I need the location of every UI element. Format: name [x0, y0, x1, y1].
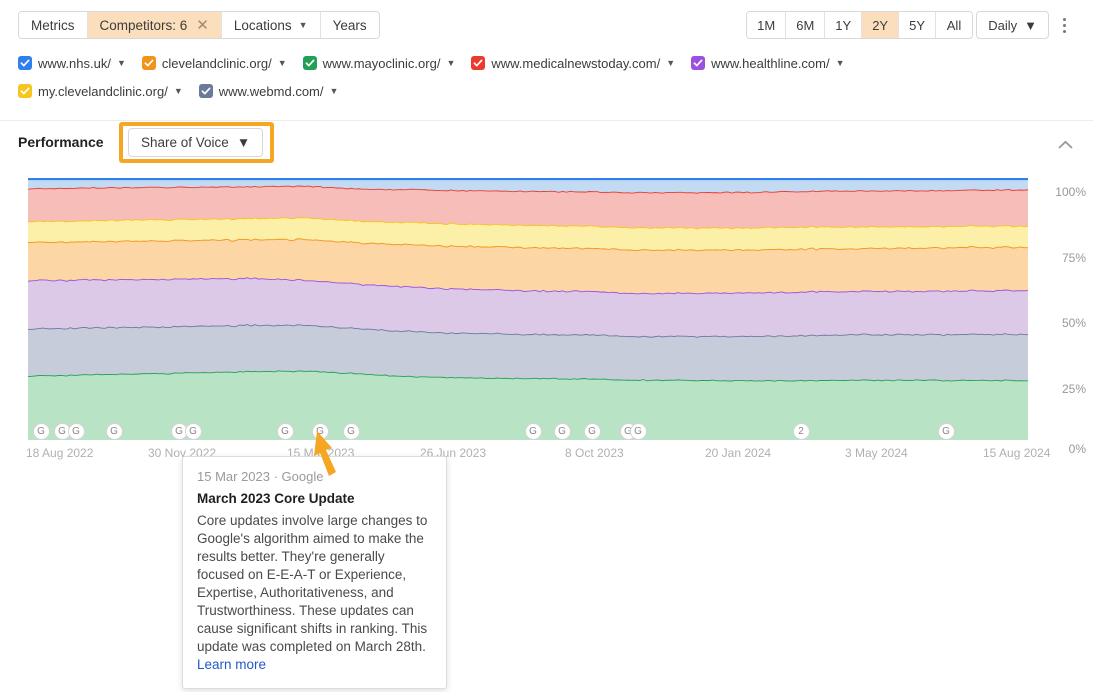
chart-plot-area[interactable] [28, 178, 1028, 440]
checkbox-checked-icon[interactable] [18, 56, 32, 70]
competitor-chip[interactable]: www.webmd.com/ ▼ [199, 80, 339, 102]
competitor-row-2: my.clevelandclinic.org/ ▼ www.webmd.com/ ▼ [18, 80, 1078, 102]
tooltip-meta: 15 Mar 2023 · Google [197, 469, 432, 484]
x-axis-tick: 15 Aug 2024 [983, 446, 1050, 460]
checkbox-checked-icon[interactable] [199, 84, 213, 98]
y-axis-labels: 100%75%50%25%0% [1040, 178, 1090, 440]
range-button-5y[interactable]: 5Y [899, 12, 936, 38]
x-axis-tick: 20 Jan 2024 [705, 446, 771, 460]
more-vertical-icon[interactable] [1054, 13, 1074, 37]
share-of-voice-chart: 100%75%50%25%0% 18 Aug 202230 Nov 202215… [0, 168, 1093, 468]
competitor-label: www.medicalnewstoday.com/ [491, 56, 660, 71]
google-update-marker[interactable]: G [525, 423, 542, 440]
competitor-chip[interactable]: www.healthline.com/ ▼ [691, 52, 844, 74]
page-title: Performance [18, 134, 104, 150]
y-axis-tick: 100% [1055, 185, 1086, 199]
update-count-marker[interactable]: 2 [793, 423, 810, 440]
google-update-marker[interactable]: G [630, 423, 647, 440]
chevron-down-icon[interactable]: ▼ [117, 58, 126, 68]
x-axis-tick: 3 May 2024 [845, 446, 908, 460]
metric-selector-dropdown[interactable]: Share of Voice ▼ [128, 128, 263, 157]
competitor-label: www.healthline.com/ [711, 56, 830, 71]
close-icon[interactable]: ✕ [196, 18, 209, 33]
google-update-marker[interactable]: G [68, 423, 85, 440]
annotation-tooltip: 15 Mar 2023 · Google March 2023 Core Upd… [182, 456, 447, 689]
tooltip-title: March 2023 Core Update [197, 491, 432, 506]
tab-locations[interactable]: Locations ▼ [222, 12, 321, 38]
range-button-6m[interactable]: 6M [786, 12, 825, 38]
range-button-all[interactable]: All [936, 12, 972, 38]
range-button-1m[interactable]: 1M [747, 12, 786, 38]
competitor-label: www.webmd.com/ [219, 84, 324, 99]
tab-label: Locations [234, 18, 292, 33]
range-button-2y[interactable]: 2Y [862, 12, 899, 38]
y-axis-tick: 50% [1062, 316, 1086, 330]
chevron-down-icon[interactable]: ▼ [836, 58, 845, 68]
competitor-chip-list: www.nhs.uk/▼clevelandclinic.org/▼www.may… [18, 52, 1078, 102]
checkbox-checked-icon[interactable] [142, 56, 156, 70]
competitor-chip[interactable]: my.clevelandclinic.org/ ▼ [18, 80, 183, 102]
google-update-marker[interactable]: G [106, 423, 123, 440]
competitor-chip[interactable]: www.medicalnewstoday.com/ ▼ [471, 52, 675, 74]
x-axis-tick: 8 Oct 2023 [565, 446, 624, 460]
share-of-voice-page: Metrics Competitors: 6 ✕ Locations ▼ Years 1M… [0, 0, 1093, 692]
tab-label: Metrics [31, 18, 75, 33]
y-axis-tick: 25% [1062, 382, 1086, 396]
competitor-label: my.clevelandclinic.org/ [38, 84, 168, 99]
checkbox-checked-icon[interactable] [303, 56, 317, 70]
frequency-label: Daily [988, 18, 1017, 33]
algorithm-update-markers: GGGGGGGGGGGGGG2G [0, 423, 1093, 447]
chevron-down-icon: ▼ [1024, 18, 1037, 33]
tooltip-body-text: Core updates involve large changes to Go… [197, 513, 427, 654]
chevron-down-icon: ▼ [237, 135, 250, 150]
tooltip-body: Core updates involve large changes to Go… [197, 512, 432, 674]
checkbox-checked-icon[interactable] [471, 56, 485, 70]
chevron-down-icon[interactable]: ▼ [329, 86, 338, 96]
competitor-label: www.nhs.uk/ [38, 56, 111, 71]
learn-more-link[interactable]: Learn more [197, 657, 266, 672]
google-update-marker[interactable]: G [33, 423, 50, 440]
google-update-marker[interactable]: G [938, 423, 955, 440]
google-update-marker[interactable]: G [277, 423, 294, 440]
x-axis-tick: 18 Aug 2022 [26, 446, 93, 460]
tab-label: Competitors: 6 [100, 18, 188, 33]
google-update-marker[interactable]: G [312, 423, 329, 440]
chevron-down-icon[interactable]: ▼ [174, 86, 183, 96]
tab-years[interactable]: Years [321, 12, 379, 38]
y-axis-tick: 75% [1062, 251, 1086, 265]
range-button-1y[interactable]: 1Y [825, 12, 862, 38]
chevron-up-icon [1058, 140, 1073, 149]
competitor-chip[interactable]: www.mayoclinic.org/ ▼ [303, 52, 456, 74]
filter-tab-group: Metrics Competitors: 6 ✕ Locations ▼ Years [18, 11, 380, 39]
metric-selector-label: Share of Voice [141, 135, 229, 150]
google-update-marker[interactable]: G [343, 423, 360, 440]
frequency-dropdown[interactable]: Daily ▼ [976, 11, 1049, 39]
google-update-marker[interactable]: G [584, 423, 601, 440]
competitor-row-1: www.nhs.uk/▼clevelandclinic.org/▼www.may… [18, 52, 1078, 74]
competitor-label: www.mayoclinic.org/ [323, 56, 441, 71]
competitor-chip[interactable]: clevelandclinic.org/ ▼ [142, 52, 287, 74]
google-update-marker[interactable]: G [185, 423, 202, 440]
tab-metrics[interactable]: Metrics [19, 12, 88, 38]
tab-label: Years [333, 18, 367, 33]
tab-competitors-6[interactable]: Competitors: 6 ✕ [88, 12, 222, 38]
chevron-down-icon[interactable]: ▼ [666, 58, 675, 68]
chevron-down-icon[interactable]: ▼ [278, 58, 287, 68]
chevron-down-icon[interactable]: ▼ [446, 58, 455, 68]
date-range-group: 1M6M1Y2Y5YAll [746, 11, 973, 39]
google-update-marker[interactable]: G [554, 423, 571, 440]
checkbox-checked-icon[interactable] [18, 84, 32, 98]
checkbox-checked-icon[interactable] [691, 56, 705, 70]
competitor-chip[interactable]: www.nhs.uk/ ▼ [18, 52, 126, 74]
competitor-label: clevelandclinic.org/ [162, 56, 272, 71]
collapse-panel-button[interactable] [1053, 134, 1077, 154]
chevron-down-icon: ▼ [299, 21, 308, 30]
top-toolbar: Metrics Competitors: 6 ✕ Locations ▼ Years 1M… [0, 0, 1093, 50]
